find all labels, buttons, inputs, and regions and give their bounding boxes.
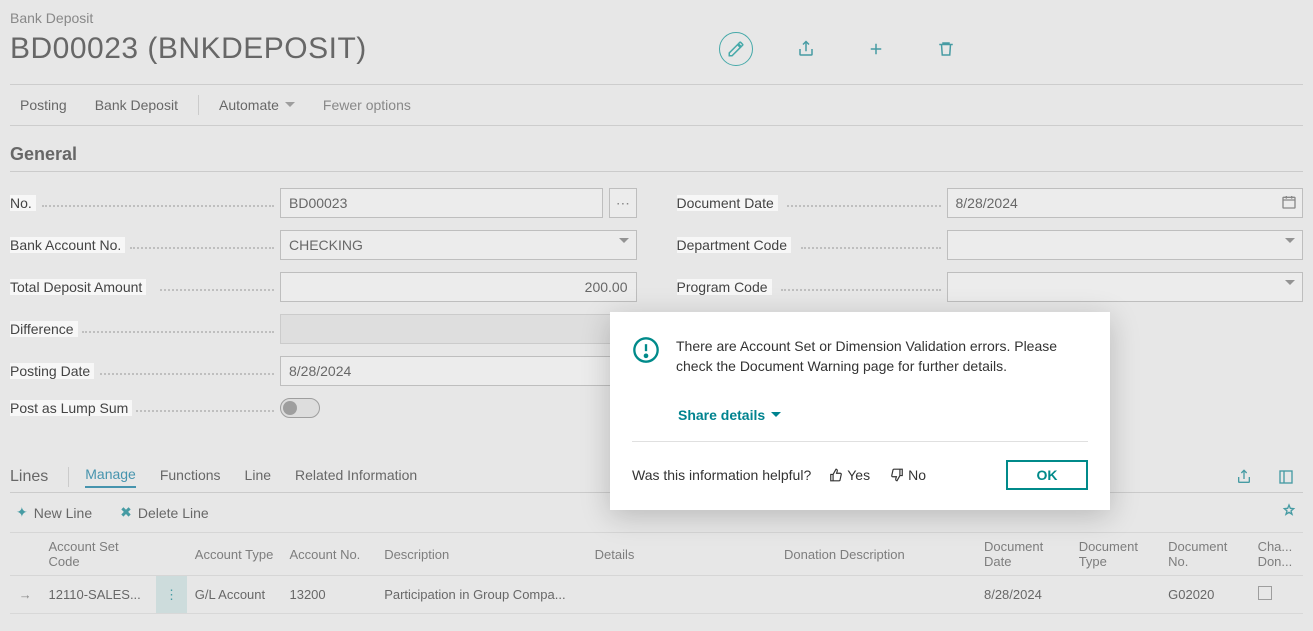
- cell-account-set-code[interactable]: 12110-SALES...: [41, 576, 157, 614]
- label-department: Department Code: [677, 237, 792, 253]
- btn-new-line[interactable]: ✦ New Line: [16, 504, 92, 521]
- share-lines-icon[interactable]: [1233, 466, 1255, 488]
- cell-account-type[interactable]: G/L Account: [187, 576, 282, 614]
- col-account-type[interactable]: Account Type: [187, 533, 282, 576]
- label-difference: Difference: [10, 321, 78, 337]
- personalize-icon[interactable]: [1281, 503, 1297, 522]
- label-no: No.: [10, 195, 36, 211]
- page-title: BD00023 (BNKDEPOSIT): [10, 32, 367, 66]
- feedback-yes[interactable]: Yes: [829, 467, 870, 483]
- edit-icon[interactable]: [719, 32, 753, 66]
- col-account-set-code[interactable]: Account Set Code: [41, 533, 157, 576]
- tab-related-info[interactable]: Related Information: [295, 467, 417, 487]
- cell-description[interactable]: Participation in Group Compa...: [376, 576, 586, 614]
- label-total-deposit: Total Deposit Amount: [10, 279, 146, 295]
- toggle-post-lump[interactable]: [280, 398, 320, 418]
- cell-details[interactable]: [587, 576, 776, 614]
- input-document-date[interactable]: [947, 188, 1304, 218]
- col-account-no[interactable]: Account No.: [281, 533, 376, 576]
- chevron-down-icon: [1285, 280, 1295, 290]
- menu-separator: [198, 95, 199, 115]
- breadcrumb: Bank Deposit: [10, 8, 1303, 32]
- input-difference: [280, 314, 637, 344]
- lookup-no[interactable]: ⋯: [609, 188, 636, 218]
- delete-icon[interactable]: [929, 32, 963, 66]
- col-description[interactable]: Description: [376, 533, 586, 576]
- tab-manage[interactable]: Manage: [85, 466, 136, 488]
- feedback-yes-label: Yes: [847, 467, 870, 483]
- label-program: Program Code: [677, 279, 772, 295]
- new-icon[interactable]: [859, 32, 893, 66]
- col-document-no[interactable]: Document No.: [1160, 533, 1249, 576]
- expand-lines-icon[interactable]: [1275, 466, 1297, 488]
- lines-separator: [68, 467, 69, 487]
- label-document-date: Document Date: [677, 195, 778, 211]
- share-icon[interactable]: [789, 32, 823, 66]
- input-no[interactable]: [280, 188, 603, 218]
- btn-delete-line[interactable]: ✖ Delete Line: [120, 504, 209, 521]
- btn-new-line-label: New Line: [34, 505, 92, 521]
- label-post-lump: Post as Lump Sum: [10, 400, 132, 416]
- menu-automate[interactable]: Automate: [219, 97, 295, 113]
- feedback-no-label: No: [908, 467, 926, 483]
- error-dialog: There are Account Set or Dimension Valid…: [610, 312, 1110, 510]
- new-line-icon: ✦: [16, 504, 28, 521]
- helpful-text: Was this information helpful?: [632, 467, 811, 483]
- input-department[interactable]: [947, 230, 1304, 260]
- label-bank-account: Bank Account No.: [10, 237, 125, 253]
- row-menu-icon[interactable]: ⋮: [156, 576, 187, 614]
- row-selector-icon[interactable]: →: [10, 576, 41, 614]
- col-document-date[interactable]: Document Date: [976, 533, 1071, 576]
- warning-icon: [632, 336, 660, 364]
- input-total-deposit[interactable]: [280, 272, 637, 302]
- ok-button[interactable]: OK: [1006, 460, 1088, 490]
- lines-table: Account Set Code Account Type Account No…: [10, 532, 1303, 614]
- tab-functions[interactable]: Functions: [160, 467, 221, 487]
- col-charity-don[interactable]: Cha... Don...: [1250, 533, 1303, 576]
- thumbs-up-icon: [829, 468, 843, 482]
- cell-document-no[interactable]: G02020: [1160, 576, 1249, 614]
- cell-donation-desc[interactable]: [776, 576, 976, 614]
- cell-account-no[interactable]: 13200: [281, 576, 376, 614]
- lines-section-title: Lines: [10, 468, 48, 486]
- chevron-down-icon: [619, 238, 629, 248]
- cell-charity-don[interactable]: [1250, 576, 1303, 614]
- input-program[interactable]: [947, 272, 1304, 302]
- menu-posting[interactable]: Posting: [20, 97, 67, 113]
- thumbs-down-icon: [890, 468, 904, 482]
- delete-line-icon: ✖: [120, 504, 132, 521]
- feedback-no[interactable]: No: [890, 467, 926, 483]
- input-posting-date[interactable]: [280, 356, 637, 386]
- chevron-down-icon: [771, 412, 781, 422]
- tab-line[interactable]: Line: [245, 467, 271, 487]
- cell-document-date[interactable]: 8/28/2024: [976, 576, 1071, 614]
- col-details[interactable]: Details: [587, 533, 776, 576]
- cell-document-type[interactable]: [1071, 576, 1160, 614]
- section-general-title: General: [10, 144, 1303, 172]
- calendar-icon[interactable]: [1281, 194, 1297, 213]
- menu-bank-deposit[interactable]: Bank Deposit: [95, 97, 178, 113]
- dialog-message: There are Account Set or Dimension Valid…: [676, 336, 1088, 377]
- input-bank-account[interactable]: [280, 230, 637, 260]
- col-document-type[interactable]: Document Type: [1071, 533, 1160, 576]
- label-posting-date: Posting Date: [10, 363, 94, 379]
- col-donation-desc[interactable]: Donation Description: [776, 533, 976, 576]
- btn-delete-line-label: Delete Line: [138, 505, 209, 521]
- table-row[interactable]: →12110-SALES...⋮G/L Account13200Particip…: [10, 576, 1303, 614]
- share-details-link[interactable]: Share details: [610, 387, 1110, 441]
- share-details-label: Share details: [678, 407, 765, 423]
- chevron-down-icon: [1285, 238, 1295, 248]
- menu-fewer-options[interactable]: Fewer options: [323, 97, 411, 113]
